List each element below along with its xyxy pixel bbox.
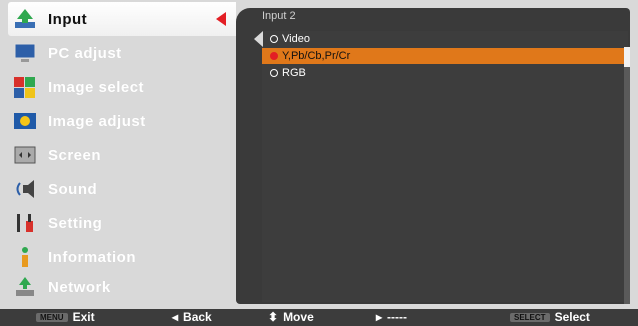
menu-item-label: Network	[48, 278, 111, 296]
sound-icon	[12, 176, 38, 202]
exit-hint: MENU Exit	[36, 310, 95, 324]
scrollbar[interactable]	[624, 47, 630, 304]
menu-item-label: Screen	[48, 146, 102, 164]
select-label: Select	[554, 310, 590, 324]
information-icon	[12, 244, 38, 270]
up-down-arrow-icon: ⬍	[268, 310, 279, 324]
menu-item-label: Image select	[48, 78, 145, 96]
selection-arrow-icon	[216, 12, 226, 26]
option-label: Video	[282, 33, 310, 45]
menu-item-input[interactable]: Input	[8, 2, 236, 36]
image-select-icon	[12, 74, 38, 100]
next-label: -----	[387, 310, 408, 324]
radio-icon	[270, 35, 278, 43]
menu-item-label: Information	[48, 248, 136, 266]
menu-item-image-select[interactable]: Image select	[8, 70, 236, 104]
menu-button-icon: MENU	[36, 312, 68, 322]
network-icon	[12, 274, 38, 300]
right-arrow-icon: ▸	[376, 310, 383, 324]
radio-icon	[270, 69, 278, 77]
menu-item-pc-adjust[interactable]: PC adjust	[8, 36, 236, 70]
radio-selected-icon	[270, 52, 278, 60]
back-label: Back	[183, 310, 212, 324]
menu-item-information[interactable]: Information	[8, 240, 236, 274]
setting-icon	[12, 210, 38, 236]
menu-item-label: Image adjust	[48, 112, 146, 130]
menu-item-label: Input	[48, 10, 88, 28]
move-hint: ⬍ Move	[268, 310, 314, 324]
select-hint: SELECT Select	[510, 310, 590, 324]
move-label: Move	[283, 310, 314, 324]
menu-item-sound[interactable]: Sound	[8, 172, 236, 206]
screen-icon	[12, 142, 38, 168]
option-video[interactable]: Video	[262, 31, 626, 47]
exit-label: Exit	[72, 310, 95, 324]
menu-item-setting[interactable]: Setting	[8, 206, 236, 240]
panel-title: Input 2	[262, 10, 296, 22]
next-hint: ▸ -----	[376, 310, 407, 324]
left-arrow-icon: ◂	[172, 310, 179, 324]
option-label: Y,Pb/Cb,Pr/Cr	[282, 50, 351, 62]
menu-item-screen[interactable]: Screen	[8, 138, 236, 172]
option-rgb[interactable]: RGB	[262, 65, 626, 81]
menu-item-label: Sound	[48, 180, 98, 198]
scrollbar-thumb[interactable]	[624, 47, 630, 67]
main-menu: Input PC adjust Image select Image adjus…	[8, 0, 236, 304]
bottom-help-bar: MENU Exit ◂ Back ⬍ Move ▸ ----- SELECT S…	[0, 309, 638, 326]
image-adjust-icon	[12, 108, 38, 134]
menu-item-label: PC adjust	[48, 44, 122, 62]
menu-item-image-adjust[interactable]: Image adjust	[8, 104, 236, 138]
select-button-icon: SELECT	[510, 312, 550, 322]
back-hint: ◂ Back	[172, 310, 212, 324]
menu-item-network[interactable]: Network	[8, 270, 236, 304]
input-icon	[12, 6, 38, 32]
monitor-icon	[12, 40, 38, 66]
option-component[interactable]: Y,Pb/Cb,Pr/Cr	[262, 48, 626, 64]
menu-item-label: Setting	[48, 214, 103, 232]
option-label: RGB	[282, 67, 306, 79]
